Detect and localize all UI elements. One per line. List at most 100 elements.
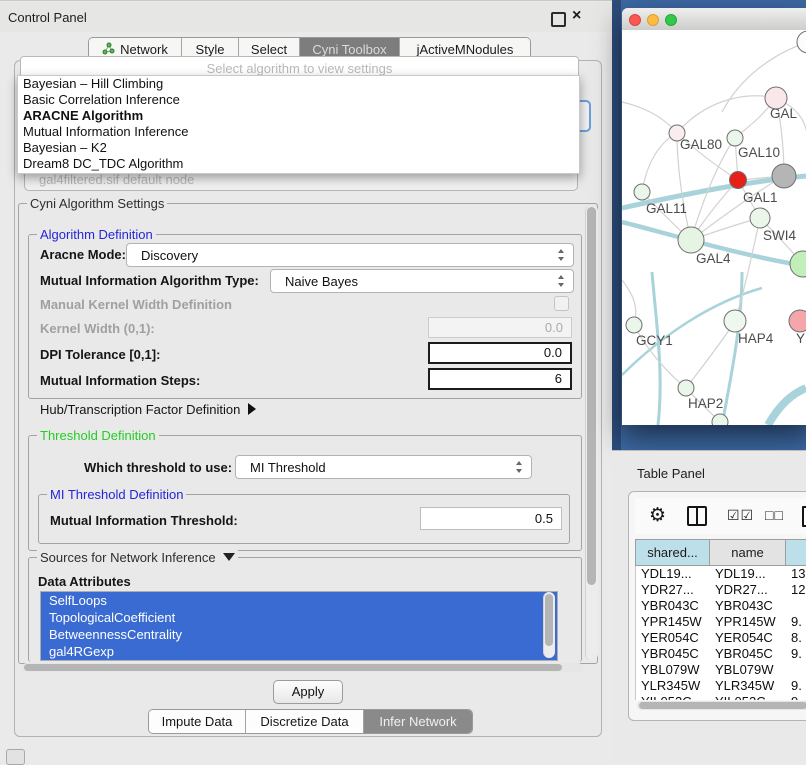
attribute-item[interactable]: SelfLoops — [41, 592, 557, 609]
network-node[interactable] — [678, 380, 694, 396]
tab-label: Select — [251, 42, 287, 57]
table-header-row: shared...nameA — [635, 539, 806, 566]
group-title: Cyni Algorithm Settings — [27, 196, 167, 211]
attribute-item[interactable]: gal4RGexp — [41, 643, 557, 660]
zoom-traffic-light[interactable] — [665, 14, 677, 26]
column-header[interactable]: A — [785, 539, 806, 566]
data-attributes-list[interactable]: SelfLoopsTopologicalCoefficientBetweenne… — [40, 591, 558, 661]
mi-type-label: Mutual Information Algorithm Type: — [40, 273, 259, 288]
network-node[interactable] — [797, 31, 806, 53]
mi-steps-field[interactable]: 6 — [428, 368, 572, 390]
network-edge — [768, 388, 806, 425]
manual-kernel-checkbox[interactable] — [554, 296, 569, 311]
algorithm-option[interactable]: Mutual Information Inference — [18, 124, 579, 140]
collapse-right-icon[interactable] — [248, 403, 256, 415]
network-node[interactable] — [626, 317, 642, 333]
settings-hscrollbar-thumb[interactable] — [24, 664, 562, 671]
table-cell: YBR045C — [710, 646, 786, 662]
tab-discretize-data[interactable]: Discretize Data — [246, 710, 364, 733]
attribute-item[interactable]: TopologicalCoefficient — [41, 609, 557, 626]
dpi-tolerance-field[interactable]: 0.0 — [428, 342, 572, 364]
gear-icon[interactable]: ⚙ — [649, 504, 666, 527]
tab-infer-network[interactable]: Infer Network — [364, 710, 472, 733]
mi-type-combo[interactable]: Naive Bayes — [270, 269, 574, 293]
chevron-updown-icon — [558, 275, 565, 287]
close-traffic-light[interactable] — [629, 14, 641, 26]
which-threshold-combo[interactable]: MI Threshold — [235, 455, 532, 479]
table-toolbar: ⚙ ☑☑ □□ — [635, 498, 806, 534]
network-canvas[interactable]: GALGAL80GAL10GAL1GAL11GAL4SWI4GCY1HAP4YH… — [622, 30, 806, 425]
table-cell: YLR345W — [636, 678, 710, 694]
table-cell: YPR145W — [710, 614, 786, 630]
group-title: MI Threshold Definition — [47, 487, 186, 502]
new-document-icon[interactable] — [802, 506, 806, 527]
tab-label: Style — [196, 42, 225, 57]
deselect-all-checkboxes-icon[interactable]: □□ — [765, 507, 784, 523]
select-all-checkboxes-icon[interactable]: ☑☑ — [727, 507, 754, 524]
node-label: GAL80 — [680, 137, 722, 152]
algorithm-option[interactable]: Bayesian – Hill Climbing — [18, 76, 579, 92]
network-window-titlebar[interactable] — [622, 8, 806, 31]
mi-steps-label: Mutual Information Steps: — [40, 373, 200, 388]
settings-vscrollbar-thumb[interactable] — [587, 207, 596, 585]
collapsed-panel-icon[interactable] — [6, 749, 25, 765]
table-row[interactable]: YPR145WYPR145W9. — [636, 614, 806, 630]
tab-label: Impute Data — [162, 714, 233, 729]
split-columns-icon[interactable] — [687, 506, 707, 526]
algorithm-option[interactable]: ARACNE Algorithm — [18, 108, 579, 124]
node-label: GAL11 — [646, 201, 687, 216]
tab-impute-data[interactable]: Impute Data — [149, 710, 246, 733]
network-node[interactable] — [712, 414, 728, 425]
table-row[interactable]: YLR345WYLR345W9. — [636, 678, 806, 694]
table-cell: 8. — [786, 630, 806, 646]
network-node[interactable] — [678, 227, 704, 253]
algorithm-option[interactable]: Basic Correlation Inference — [18, 92, 579, 108]
table-hscrollbar-thumb[interactable] — [639, 702, 806, 709]
network-node[interactable] — [724, 310, 746, 332]
network-node[interactable] — [634, 184, 650, 200]
kernel-width-field[interactable]: 0.0 — [428, 317, 572, 338]
mi-threshold-label: Mutual Information Threshold: — [50, 513, 238, 528]
network-node[interactable] — [772, 164, 796, 188]
settings-hscrollbar[interactable] — [22, 663, 583, 672]
attribute-item[interactable]: BetweennessCentrality — [41, 626, 557, 643]
apply-button[interactable]: Apply — [273, 680, 343, 704]
close-icon[interactable]: × — [572, 7, 581, 25]
network-node[interactable] — [790, 251, 806, 277]
settings-vscrollbar[interactable] — [585, 205, 598, 660]
table-row[interactable]: YIL052CYIL052C9. — [636, 694, 806, 700]
chevron-updown-icon — [558, 249, 565, 261]
table-row[interactable]: YBL079WYBL079W — [636, 662, 806, 678]
column-header[interactable]: shared... — [635, 539, 709, 566]
hub-factor-section[interactable]: Hub/Transcription Factor Definition — [40, 402, 256, 417]
table-row[interactable]: YER054CYER054C8. — [636, 630, 806, 646]
minimize-traffic-light[interactable] — [647, 14, 659, 26]
table-cell: 9. — [786, 646, 806, 662]
network-edge — [722, 42, 806, 112]
network-node[interactable] — [750, 208, 770, 228]
algorithm-option[interactable]: Dream8 DC_TDC Algorithm — [18, 156, 579, 172]
attributes-vscrollbar[interactable] — [543, 592, 555, 658]
data-attributes-label: Data Attributes — [38, 574, 131, 589]
node-label: Y — [796, 331, 805, 346]
algorithm-option[interactable]: Bayesian – K2 — [18, 140, 579, 156]
table-row[interactable]: YBR043CYBR043C — [636, 598, 806, 614]
table-row[interactable]: YDL19...YDL19...13 — [636, 566, 806, 582]
attributes-vscrollbar-thumb[interactable] — [545, 594, 553, 646]
float-window-icon[interactable] — [551, 12, 566, 27]
aracne-mode-value: Discovery — [141, 248, 198, 263]
network-edge — [677, 96, 776, 133]
node-label: GAL10 — [738, 145, 780, 160]
column-header[interactable]: name — [709, 539, 785, 566]
table-hscrollbar[interactable] — [637, 701, 806, 710]
control-panel-title: Control Panel — [8, 10, 87, 25]
table-row[interactable]: YDR27...YDR27...12 — [636, 582, 806, 598]
collapse-down-icon[interactable] — [223, 553, 235, 561]
network-node[interactable] — [730, 172, 747, 189]
network-node[interactable] — [727, 130, 743, 146]
table-cell: YBR043C — [636, 598, 710, 614]
aracne-mode-combo[interactable]: Discovery — [126, 243, 574, 267]
network-node[interactable] — [789, 310, 806, 332]
table-row[interactable]: YBR045CYBR045C9. — [636, 646, 806, 662]
mi-threshold-field[interactable]: 0.5 — [420, 507, 562, 530]
